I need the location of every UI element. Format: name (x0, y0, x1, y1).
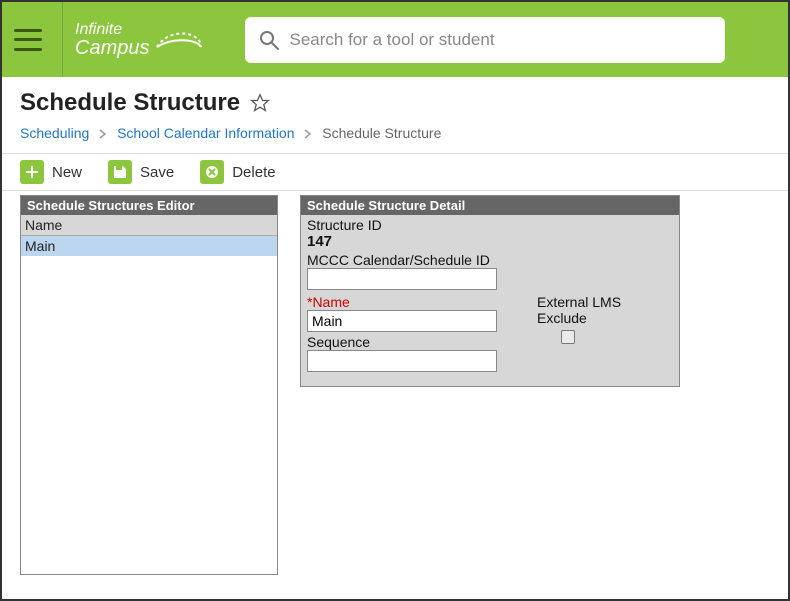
mccc-id-input[interactable] (307, 268, 497, 290)
menu-icon[interactable] (14, 29, 42, 51)
structure-detail-title: Schedule Structure Detail (301, 196, 679, 215)
page-header: Schedule Structure (2, 77, 788, 121)
lms-exclude-checkbox[interactable] (561, 330, 575, 344)
toolbar: New Save Delete (2, 153, 788, 191)
structures-list-panel: Schedule Structures Editor Name Main (20, 195, 278, 575)
structure-id-label: Structure ID (307, 217, 673, 233)
logo: Infinite Campus (75, 22, 205, 58)
vertical-divider (62, 2, 63, 77)
app-window: Infinite Campus Schedule Structure S (0, 0, 790, 601)
top-bar: Infinite Campus (2, 2, 788, 77)
chevron-right-icon (99, 125, 111, 141)
name-input[interactable] (307, 310, 497, 332)
breadcrumb-link-school-calendar[interactable]: School Calendar Information (117, 125, 294, 141)
save-button[interactable]: Save (108, 160, 174, 184)
delete-button[interactable]: Delete (200, 160, 275, 184)
chevron-right-icon (304, 125, 316, 141)
search-icon (259, 30, 279, 50)
logo-swoosh-icon (155, 25, 205, 55)
delete-icon (200, 160, 224, 184)
breadcrumb-link-scheduling[interactable]: Scheduling (20, 125, 89, 141)
structure-detail-panel: Schedule Structure Detail Structure ID 1… (300, 195, 680, 387)
logo-text-top: Infinite (75, 22, 149, 38)
mccc-id-label: MCCC Calendar/Schedule ID (307, 252, 673, 268)
logo-text-bottom: Campus (75, 38, 149, 58)
name-label: *Name (307, 294, 497, 310)
sequence-input[interactable] (307, 350, 497, 372)
breadcrumb: Scheduling School Calendar Information S… (2, 121, 788, 153)
search-bar[interactable] (245, 17, 725, 63)
page-title: Schedule Structure (20, 89, 240, 117)
structures-list-title: Schedule Structures Editor (21, 196, 277, 215)
new-button-label: New (52, 164, 82, 181)
workspace: Schedule Structures Editor Name Main Sch… (2, 191, 788, 593)
sequence-label: Sequence (307, 334, 497, 350)
favorite-star-icon[interactable] (250, 93, 270, 113)
save-button-label: Save (140, 164, 174, 181)
lms-exclude-label: External LMS Exclude (537, 294, 673, 326)
save-icon (108, 160, 132, 184)
breadcrumb-current: Schedule Structure (322, 125, 441, 141)
plus-icon (20, 160, 44, 184)
delete-button-label: Delete (232, 164, 275, 181)
new-button[interactable]: New (20, 160, 82, 184)
structure-id-value: 147 (307, 233, 673, 250)
search-input[interactable] (289, 30, 711, 50)
structures-list-column-header: Name (21, 215, 277, 236)
list-item[interactable]: Main (21, 236, 277, 256)
